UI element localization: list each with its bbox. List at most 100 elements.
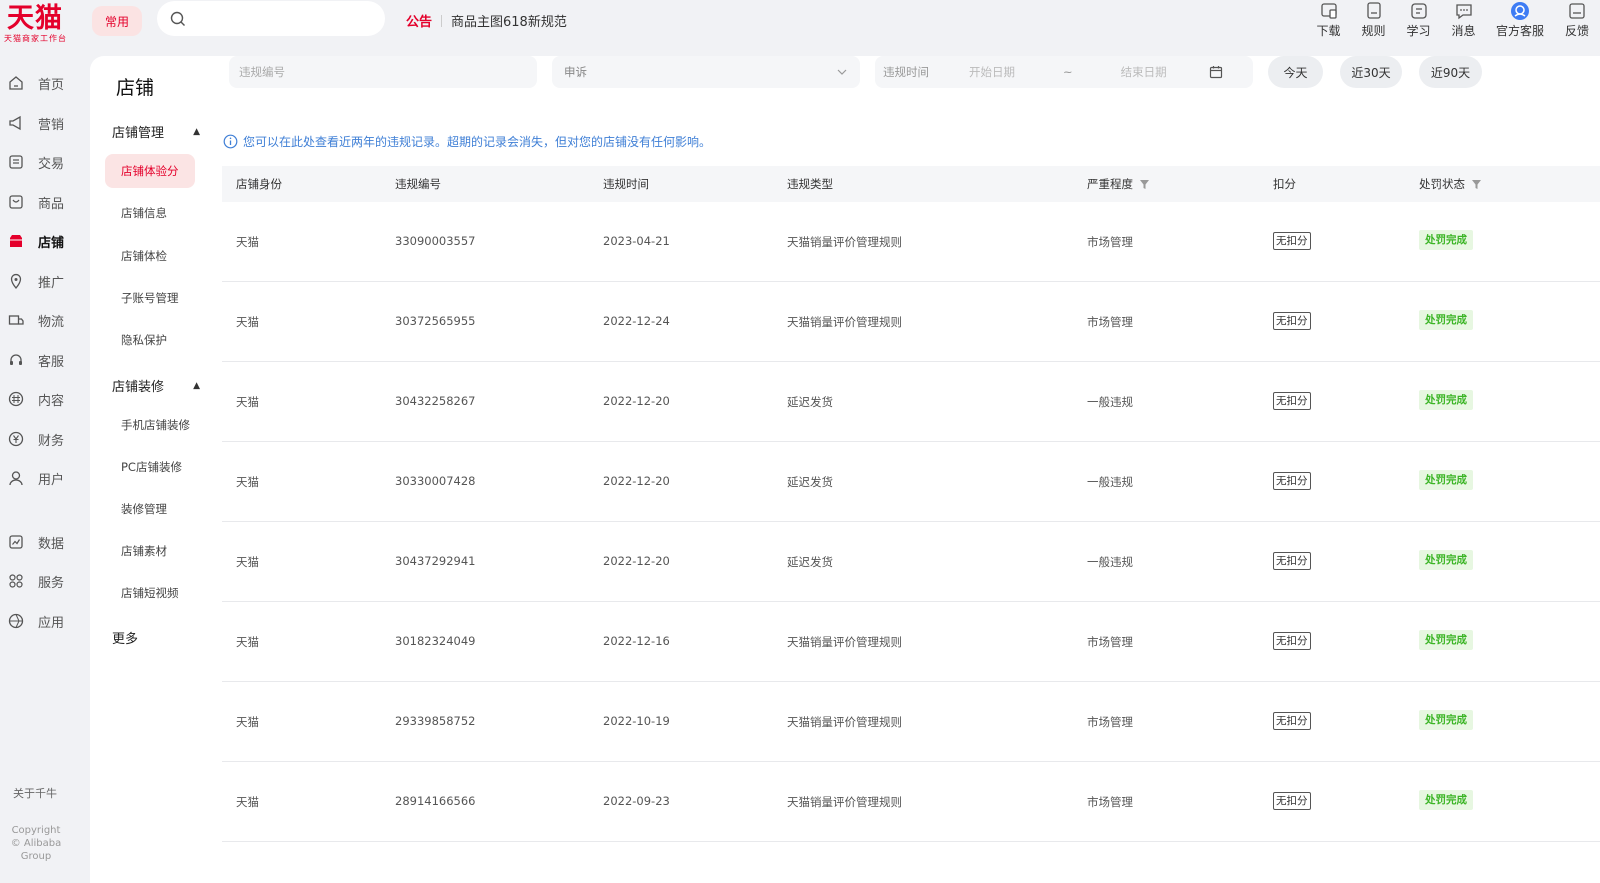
sub-item-decoration-management[interactable]: 装修管理 bbox=[105, 492, 195, 526]
tmall-logo[interactable]: 天猫 天猫商家工作台 bbox=[4, 4, 80, 54]
start-date-input[interactable]: 开始日期 bbox=[969, 64, 1015, 80]
end-date-input[interactable]: 结束日期 bbox=[1121, 64, 1167, 80]
status-badge: 处罚完成 bbox=[1419, 630, 1473, 650]
message-button[interactable]: 消息 bbox=[1441, 0, 1486, 44]
violation-id-input[interactable]: 违规编号 bbox=[229, 56, 537, 88]
nav-item-data[interactable]: 数据 bbox=[0, 528, 86, 556]
nav-item-logistics[interactable]: 物流 bbox=[0, 306, 86, 334]
cell-violation-type: 天猫销量评价管理规则 bbox=[787, 235, 902, 249]
support-icon bbox=[1511, 2, 1529, 20]
nav-item-content[interactable]: 内容 bbox=[0, 385, 86, 413]
cell-severity: 市场管理 bbox=[1087, 315, 1133, 329]
violation-date-range[interactable]: 违规时间 开始日期 ~ 结束日期 bbox=[875, 56, 1253, 88]
user-icon bbox=[9, 471, 23, 486]
search-icon bbox=[170, 11, 185, 26]
filter-icon[interactable] bbox=[1139, 179, 1150, 190]
apps-icon bbox=[8, 613, 24, 629]
range-separator: ~ bbox=[1063, 65, 1073, 79]
megaphone-icon bbox=[9, 115, 21, 131]
cell-severity: 市场管理 bbox=[1087, 795, 1133, 809]
filter-icon[interactable] bbox=[1471, 179, 1482, 190]
cell-violation-type: 天猫销量评价管理规则 bbox=[787, 315, 902, 329]
nav-item-apps[interactable]: 应用 bbox=[0, 607, 86, 635]
table-row[interactable]: 天猫 30330007428 2022-12-20 延迟发货 一般违规 无扣分 … bbox=[222, 442, 1600, 522]
table-row[interactable]: 天猫 29339858752 2022-10-19 天猫销量评价管理规则 市场管… bbox=[222, 682, 1600, 762]
common-button[interactable]: 常用 bbox=[92, 6, 142, 36]
nav-item-home[interactable]: 首页 bbox=[0, 69, 86, 97]
rules-button[interactable]: 规则 bbox=[1351, 0, 1396, 44]
learn-button[interactable]: 学习 bbox=[1396, 0, 1441, 44]
section-title: 店铺 bbox=[116, 77, 155, 99]
cell-violation-time: 2022-12-20 bbox=[603, 554, 670, 568]
table-row[interactable]: 天猫 28914166566 2022-09-23 天猫销量评价管理规则 市场管… bbox=[222, 762, 1600, 842]
copyright: Copyright © Alibaba Group bbox=[10, 825, 62, 862]
nav-item-finance[interactable]: 财务 bbox=[0, 425, 86, 453]
rules-icon bbox=[1366, 2, 1381, 19]
announcement[interactable]: 公告 商品主图618新规范 bbox=[406, 11, 567, 30]
more-link[interactable]: 更多 bbox=[112, 628, 138, 647]
sub-item-shop-experience-score[interactable]: 店铺体验分 bbox=[105, 154, 195, 188]
appeal-select[interactable]: 申诉 bbox=[552, 56, 860, 88]
secondary-sidebar: 店铺 店铺管理 ▲ 店铺体验分 店铺信息 店铺体检 子账号管理 隐私保护 店铺装… bbox=[90, 56, 220, 883]
sub-item-shop-check[interactable]: 店铺体检 bbox=[105, 239, 195, 273]
nav-item-customer-service[interactable]: 客服 bbox=[0, 346, 86, 374]
main-sidebar: 首页 营销 交易 商品 店铺 推广 物流 客服 内容 财务 用户 数据 服务 应… bbox=[0, 64, 86, 883]
sub-item-shop-info[interactable]: 店铺信息 bbox=[105, 196, 195, 230]
status-badge: 处罚完成 bbox=[1419, 710, 1473, 730]
official-support-button[interactable]: 官方客服 bbox=[1486, 0, 1554, 44]
status-badge: 处罚完成 bbox=[1419, 230, 1473, 250]
sub-item-shop-short-video[interactable]: 店铺短视频 bbox=[105, 576, 195, 610]
nav-item-promote[interactable]: 推广 bbox=[0, 267, 86, 295]
cell-violation-type: 天猫销量评价管理规则 bbox=[787, 795, 902, 809]
cell-severity: 市场管理 bbox=[1087, 235, 1133, 249]
deduction-badge: 无扣分 bbox=[1273, 792, 1311, 810]
top-toolbar: 下载 规则 学习 消息 官方客服 反馈 bbox=[1306, 0, 1600, 44]
about-qianniu-link[interactable]: 关于千牛 bbox=[13, 785, 57, 801]
group-shop-decoration[interactable]: 店铺装修 ▲ bbox=[112, 376, 200, 395]
nav-item-service[interactable]: 服务 bbox=[0, 567, 86, 595]
divider bbox=[441, 14, 443, 27]
sub-item-shop-materials[interactable]: 店铺素材 bbox=[105, 534, 195, 568]
announcement-tag: 公告 bbox=[406, 15, 433, 30]
table-row[interactable]: 天猫 30372565955 2022-12-24 天猫销量评价管理规则 市场管… bbox=[222, 282, 1600, 362]
table-header: 店铺身份 违规编号 违规时间 违规类型 严重程度 扣分 处罚状态 bbox=[222, 166, 1600, 202]
deduction-badge: 无扣分 bbox=[1273, 392, 1311, 410]
chevron-down-icon bbox=[837, 69, 847, 75]
announcement-text[interactable]: 商品主图618新规范 bbox=[451, 11, 567, 30]
nav-item-trade[interactable]: 交易 bbox=[0, 148, 86, 176]
logistics-icon bbox=[8, 315, 24, 325]
table-row[interactable]: 天猫 30432258267 2022-12-20 延迟发货 一般违规 无扣分 … bbox=[222, 362, 1600, 442]
table-row[interactable]: 天猫 33090003557 2023-04-21 天猫销量评价管理规则 市场管… bbox=[222, 202, 1600, 282]
info-text: 您可以在此处查看近两年的违规记录。超期的记录会消失，但对您的店铺没有任何影响。 bbox=[243, 135, 712, 149]
sub-item-privacy[interactable]: 隐私保护 bbox=[105, 323, 195, 357]
col-penalty-status[interactable]: 处罚状态 bbox=[1419, 176, 1482, 192]
sub-item-sub-accounts[interactable]: 子账号管理 bbox=[105, 281, 195, 315]
today-button[interactable]: 今天 bbox=[1268, 56, 1323, 88]
cell-violation-id: 30372565955 bbox=[395, 314, 476, 328]
download-button[interactable]: 下载 bbox=[1306, 0, 1351, 44]
status-badge: 处罚完成 bbox=[1419, 470, 1473, 490]
sub-item-pc-decoration[interactable]: PC店铺装修 bbox=[105, 450, 195, 484]
sub-item-mobile-decoration[interactable]: 手机店铺装修 bbox=[105, 408, 195, 442]
cell-violation-time: 2023-04-21 bbox=[603, 234, 670, 248]
search-input[interactable] bbox=[157, 1, 385, 36]
nav-item-goods[interactable]: 商品 bbox=[0, 188, 86, 216]
last-90-days-button[interactable]: 近90天 bbox=[1419, 56, 1482, 88]
cell-violation-type: 天猫销量评价管理规则 bbox=[787, 635, 902, 649]
table-row[interactable]: 天猫 30182324049 2022-12-16 天猫销量评价管理规则 市场管… bbox=[222, 602, 1600, 682]
last-30-days-button[interactable]: 近30天 bbox=[1340, 56, 1402, 88]
nav-item-marketing[interactable]: 营销 bbox=[0, 109, 86, 137]
nav-item-shop[interactable]: 店铺 bbox=[0, 227, 86, 255]
cell-violation-type: 延迟发货 bbox=[787, 395, 833, 409]
nav-item-user[interactable]: 用户 bbox=[0, 464, 86, 492]
deduction-badge: 无扣分 bbox=[1273, 232, 1311, 250]
feedback-button[interactable]: 反馈 bbox=[1554, 0, 1600, 44]
message-icon bbox=[1455, 4, 1472, 20]
group-shop-management[interactable]: 店铺管理 ▲ bbox=[112, 122, 200, 141]
table-row[interactable]: 天猫 30437292941 2022-12-20 延迟发货 一般违规 无扣分 … bbox=[222, 522, 1600, 602]
cell-shop-identity: 天猫 bbox=[236, 235, 259, 249]
cell-violation-id: 33090003557 bbox=[395, 234, 476, 248]
cell-violation-id: 29339858752 bbox=[395, 714, 476, 728]
calendar-icon[interactable] bbox=[1209, 65, 1223, 79]
col-severity[interactable]: 严重程度 bbox=[1087, 176, 1150, 192]
